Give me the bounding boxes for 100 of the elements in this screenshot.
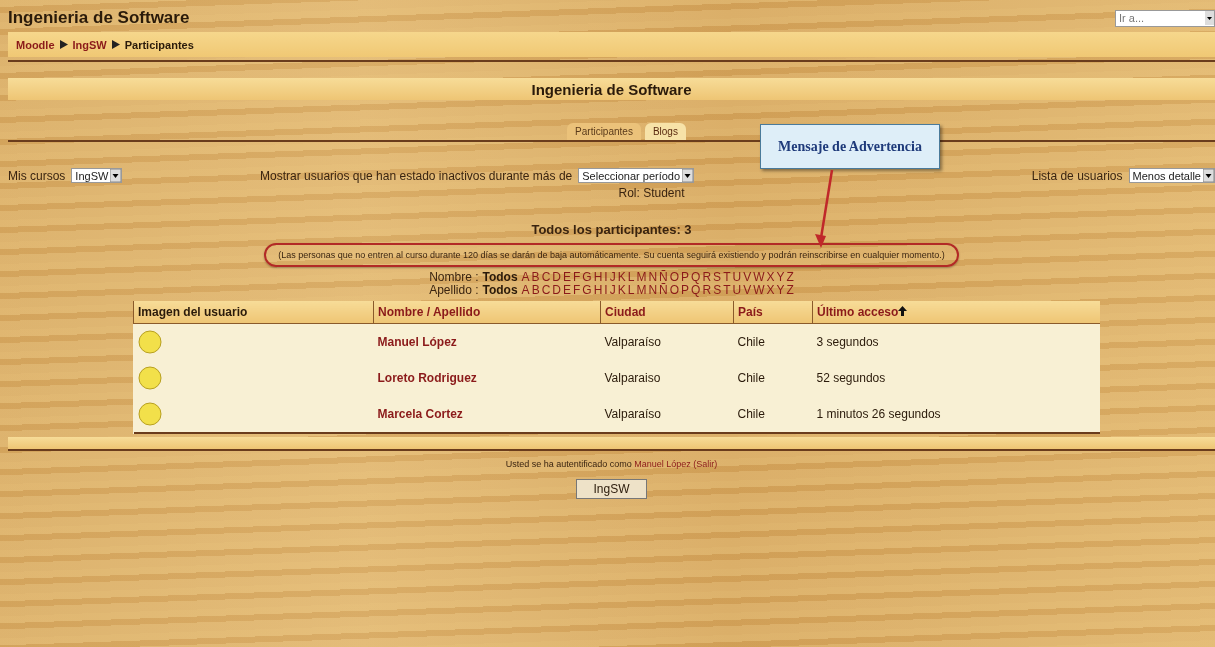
letter-link[interactable]: V [743, 271, 752, 284]
caret-icon [110, 169, 122, 182]
all-link[interactable]: Todos [482, 284, 518, 297]
letter-link[interactable]: F [573, 271, 581, 284]
user-name-link[interactable]: Loreto Rodriguez [377, 371, 477, 385]
column-header[interactable]: Nombre / Apellido [373, 301, 601, 324]
letter-link[interactable]: M [636, 271, 647, 284]
logout-link[interactable]: (Salir) [693, 459, 718, 469]
caret-icon [1205, 11, 1214, 25]
caret-icon [682, 169, 694, 182]
letter-link[interactable]: F [573, 284, 581, 297]
last-access-cell: 1 minutos 26 segundos [816, 407, 941, 421]
column-header: Imagen del usuario [133, 301, 374, 324]
letter-link[interactable]: E [562, 271, 571, 284]
period-select[interactable]: Seleccionar período [578, 168, 695, 183]
letter-link[interactable]: A [521, 284, 530, 297]
letter-link[interactable]: W [753, 284, 765, 297]
sort-arrow-icon [898, 306, 908, 316]
letter-link[interactable]: Y [776, 271, 785, 284]
country-cell: Chile [737, 371, 765, 385]
last-access-cell: 3 segundos [816, 335, 879, 349]
letter-link[interactable]: P [681, 284, 690, 297]
separator-icon [59, 40, 68, 49]
login-info: Usted se ha autentificado como Manuel López (Salir) [505, 459, 718, 469]
letter-link[interactable]: S [713, 271, 722, 284]
letter-link[interactable]: M [636, 284, 647, 297]
letter-link[interactable]: Q [691, 271, 701, 284]
jump-select[interactable]: Ir a... [1115, 9, 1215, 27]
user-list-label: Lista de usuarios [1031, 168, 1123, 183]
letter-link[interactable]: J [609, 271, 616, 284]
letter-link[interactable]: J [609, 284, 616, 297]
country-cell: Chile [737, 407, 765, 421]
city-cell: Valparaíso [604, 335, 661, 349]
filter-label: Nombre : [429, 271, 479, 284]
letter-link[interactable]: R [702, 284, 712, 297]
user-link[interactable]: Manuel López [634, 459, 691, 469]
all-link[interactable]: Todos [482, 271, 518, 284]
letter-link[interactable]: N [648, 284, 658, 297]
letter-link[interactable]: P [681, 271, 690, 284]
letter-link[interactable]: X [766, 271, 775, 284]
course-heading: Ingenieria de Software [531, 80, 692, 98]
letter-link[interactable]: K [617, 284, 626, 297]
letter-link[interactable]: I [604, 271, 608, 284]
letter-link[interactable]: R [702, 271, 712, 284]
column-header[interactable]: País [733, 301, 813, 324]
letter-link[interactable]: Z [786, 271, 794, 284]
column-header[interactable]: Ciudad [600, 301, 734, 324]
letter-link[interactable]: G [582, 284, 592, 297]
letter-link[interactable]: B [531, 284, 540, 297]
letter-link[interactable]: O [669, 284, 680, 297]
letter-link[interactable]: L [627, 271, 635, 284]
letter-link[interactable]: B [531, 271, 540, 284]
user-name-link[interactable]: Manuel López [377, 335, 457, 349]
letter-link[interactable]: E [563, 284, 571, 297]
city-cell: Valparaíso [604, 407, 661, 421]
participants-total: Todos los participantes: 3 [531, 222, 692, 237]
caret-icon [1203, 169, 1214, 182]
letter-link[interactable]: N [648, 271, 658, 284]
user-name-link[interactable]: Marcela Cortez [377, 407, 463, 421]
letter-link[interactable]: V [743, 284, 752, 297]
letter-link[interactable]: Q [691, 284, 701, 297]
letter-link[interactable]: X [766, 284, 775, 297]
course-button[interactable]: IngSW [576, 479, 647, 499]
avatar-icon [137, 366, 162, 390]
letter-link[interactable]: S [713, 284, 722, 297]
letter-link[interactable]: T [723, 284, 731, 297]
callout: Mensaje de Advertencia [760, 124, 940, 169]
letter-link[interactable]: G [582, 271, 592, 284]
letter-link[interactable]: Ñ [659, 271, 668, 284]
letter-link[interactable]: Y [776, 284, 785, 297]
filter-label: Apellido : [429, 284, 479, 297]
letter-link[interactable]: T [723, 271, 731, 284]
courses-label: Mis cursos [8, 168, 66, 183]
letter-link[interactable]: O [669, 271, 680, 284]
letter-link[interactable]: U [732, 271, 742, 284]
letter-link[interactable]: H [593, 271, 603, 284]
letter-link[interactable]: L [627, 284, 635, 297]
courses-select[interactable]: IngSW [71, 168, 123, 183]
letter-link[interactable]: A [521, 271, 530, 284]
column-header[interactable]: Último acceso [812, 301, 1100, 324]
warning-notice: (Las personas que no entren al curso durante 120 días se darán de baja automáticamente. Su cuenta seguirá existiendo y podrán reinscribirse en cualquier momento.) [264, 243, 959, 267]
avatar-icon [137, 402, 162, 426]
letter-link[interactable]: C [541, 284, 551, 297]
detail-select[interactable]: Menos detalle [1128, 168, 1215, 183]
breadcrumb-link[interactable]: Moodle [16, 38, 55, 51]
country-cell: Chile [737, 335, 765, 349]
letter-link[interactable]: C [541, 271, 551, 284]
letter-link[interactable]: I [604, 284, 608, 297]
tab[interactable]: Participantes [567, 123, 641, 140]
letter-link[interactable]: Ñ [659, 284, 668, 297]
letter-link[interactable]: U [732, 284, 742, 297]
letter-link[interactable]: H [593, 284, 603, 297]
letter-link[interactable]: Z [786, 284, 794, 297]
letter-link[interactable]: K [617, 271, 626, 284]
tab[interactable]: Blogs [644, 123, 686, 140]
letter-link[interactable]: W [753, 271, 765, 284]
letter-link[interactable]: D [552, 284, 561, 297]
letter-link[interactable]: D [552, 271, 561, 284]
breadcrumb-link[interactable]: IngSW [72, 38, 107, 51]
inactive-label: Mostrar usuarios que han estado inactivos durante más de [260, 168, 573, 183]
